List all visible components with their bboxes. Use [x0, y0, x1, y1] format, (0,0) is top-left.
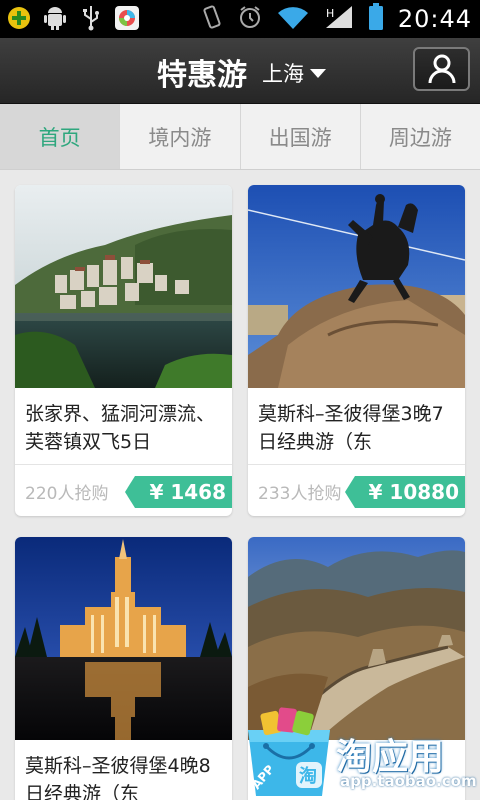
signal-icon: H	[324, 4, 354, 34]
deal-card[interactable]: 张家界、猛洞河漂流、芙蓉镇双飞5日 220人抢购 ¥ 1468	[15, 185, 232, 516]
deal-footer: 220人抢购 ¥ 1468	[15, 464, 232, 516]
wifi-icon	[276, 4, 310, 34]
user-icon	[428, 54, 455, 84]
battery-icon	[368, 3, 384, 35]
status-bar: H 20:44	[0, 0, 480, 38]
watermark-bag-char: 淘	[299, 765, 317, 787]
app-header: 特惠游 上海	[0, 38, 480, 104]
deal-image	[15, 185, 232, 388]
vibrate-icon	[200, 4, 224, 34]
category-tabs: 首页 境内游 出国游 周边游	[0, 104, 480, 170]
svg-text:H: H	[326, 7, 334, 20]
app-icon	[114, 5, 140, 31]
android-icon	[42, 5, 68, 31]
deal-title: 莫斯科–圣彼得堡3晚7日经典游（东	[258, 403, 444, 453]
deal-card[interactable]: 莫斯科–圣彼得堡3晚7日经典游（东 233人抢购 ¥ 10880	[248, 185, 465, 516]
tab-outbound[interactable]: 出国游	[241, 104, 361, 169]
tab-domestic[interactable]: 境内游	[120, 104, 241, 169]
alarm-icon	[238, 4, 262, 34]
price-tag: ¥ 10880	[344, 476, 465, 508]
user-button[interactable]	[413, 47, 470, 91]
watermark-url: app.taobao.com	[340, 772, 477, 790]
deal-footer: 233人抢购 ¥ 10880	[248, 464, 465, 516]
deal-image	[248, 185, 465, 388]
taobao-app-watermark: 淘 APP 淘应用 app.taobao.com	[240, 706, 480, 800]
deal-image	[15, 537, 232, 740]
city-label: 上海	[262, 62, 304, 86]
shopping-bag-icon: 淘 APP	[248, 707, 330, 796]
sold-count: 233人抢购	[258, 484, 342, 504]
status-time: 20:44	[397, 5, 472, 33]
price-tag: ¥ 1468	[125, 476, 232, 508]
tab-nearby[interactable]: 周边游	[361, 104, 480, 169]
sold-count: 220人抢购	[25, 484, 109, 504]
tab-home[interactable]: 首页	[0, 104, 121, 169]
deal-title: 莫斯科–圣彼得堡4晚8日经典游（东	[25, 755, 211, 800]
page-title: 特惠游	[157, 58, 247, 93]
chevron-down-icon	[310, 68, 326, 78]
usb-icon	[78, 5, 104, 31]
add-icon	[6, 5, 32, 31]
city-selector[interactable]: 上海	[262, 58, 326, 88]
deal-title: 张家界、猛洞河漂流、芙蓉镇双飞5日	[25, 403, 216, 453]
deal-card[interactable]: 莫斯科–圣彼得堡4晚8日经典游（东	[15, 537, 232, 800]
